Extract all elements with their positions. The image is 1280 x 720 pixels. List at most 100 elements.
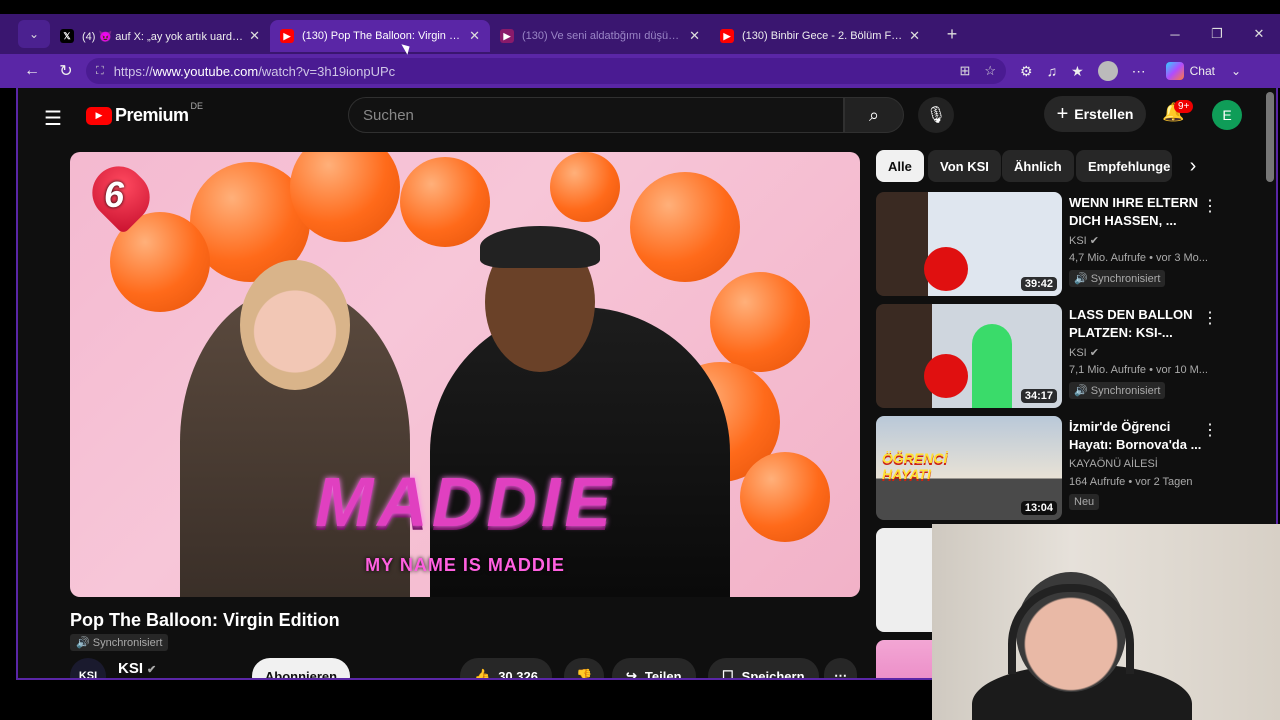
close-icon[interactable]: ✕ xyxy=(909,28,920,44)
menu-icon[interactable]: ☰ xyxy=(44,106,62,131)
youtube-icon: ▶ xyxy=(500,29,514,43)
search-button[interactable]: ⌕ xyxy=(844,97,904,133)
restore-icon[interactable]: ❐ xyxy=(1196,14,1238,54)
copilot-chat-button[interactable]: Chat ⌄ xyxy=(1165,62,1242,80)
chevron-right-icon[interactable]: › xyxy=(1178,150,1208,182)
reload-button[interactable]: ↻ xyxy=(50,57,82,85)
verified-icon: ✔ xyxy=(1089,235,1100,247)
save-button[interactable]: ☐ Speichern xyxy=(708,658,819,680)
recommendation-item[interactable]: ÖĞRENCİ HAYATI 13:04 İzmir'de Öğrenci Ha… xyxy=(876,416,1236,522)
balloon xyxy=(710,272,810,372)
more-vert-icon[interactable]: ⋮ xyxy=(1202,196,1218,216)
window-controls: ─ ❐ ✕ xyxy=(1154,14,1280,54)
video-player[interactable]: 6 MADDIE MY NAME IS MADDIE xyxy=(70,152,860,597)
caption-overlay: MY NAME IS MADDIE xyxy=(365,555,565,575)
more-icon[interactable]: ⋯ xyxy=(1132,63,1146,80)
share-icon: ↪ xyxy=(626,668,637,680)
recommendation-item[interactable]: 34:17 LASS DEN BALLON PLATZEN: KSI-... K… xyxy=(876,304,1236,410)
chip-related[interactable]: Ähnlich xyxy=(1002,150,1074,182)
search-icon: ⌕ xyxy=(868,104,880,125)
thumbs-down-icon: 👎 xyxy=(576,668,593,680)
arrow-left-icon: ← xyxy=(24,62,40,79)
app-install-icon[interactable]: ⊞ xyxy=(959,63,970,79)
favorites-icon[interactable]: ★ xyxy=(1071,63,1084,80)
user-avatar[interactable]: E xyxy=(1212,100,1242,130)
youtube-header: ☰ ▶ Premium DE Suchen ⌕ 🎙 + Erstellen 🔔 9… xyxy=(18,88,1276,144)
new-badge: Neu xyxy=(1069,494,1100,510)
tab-strip: ⌄ 𝕏 (4) 😈 auf X: „ay yok artık uarda re … xyxy=(0,14,1280,54)
favorite-star-icon[interactable]: ☆ xyxy=(984,63,996,79)
video-thumbnail[interactable]: 39:42 xyxy=(876,192,1062,296)
close-icon[interactable]: ✕ xyxy=(689,28,700,44)
profile-avatar[interactable] xyxy=(1097,61,1118,81)
dislike-button[interactable]: 👎 xyxy=(564,658,605,680)
reload-icon: ↻ xyxy=(59,63,73,80)
site-info-icon[interactable]: ⛶ xyxy=(96,65,104,78)
chip-recommended[interactable]: Empfehlunge xyxy=(1076,150,1172,182)
like-button[interactable]: 👍 30.326 xyxy=(460,658,552,678)
synced-badge: 🔊 Synchronisiert xyxy=(1069,270,1166,287)
balloon xyxy=(924,354,968,398)
new-tab-button[interactable]: + xyxy=(938,20,966,48)
synced-badge: 🔊 Synchronisiert xyxy=(70,634,169,651)
verified-icon: ✔ xyxy=(147,664,157,676)
chip-from-ksi[interactable]: Von KSI xyxy=(928,150,1001,182)
subscribe-button[interactable]: Abonnieren xyxy=(252,658,350,678)
media-icon[interactable]: ♫ xyxy=(1047,63,1058,79)
webcam-overlay xyxy=(932,524,1280,720)
extensions-icon[interactable]: ⚙ xyxy=(1020,63,1033,80)
copilot-icon xyxy=(1165,62,1184,80)
tab-ve-seni[interactable]: ▶ (130) Ve seni aldatbğımı düşündü ✕ xyxy=(490,20,710,52)
chevron-down-icon: ⌄ xyxy=(1230,64,1242,78)
recommendation-item[interactable]: 39:42 WENN IHRE ELTERN DICH HASSEN, ... … xyxy=(876,192,1236,298)
search-input[interactable]: Suchen xyxy=(348,97,844,133)
browser-toolbar: ← ↻ ⛶ https://www.youtube.com/watch?v=3h… xyxy=(0,54,1280,88)
chip-all[interactable]: Alle xyxy=(876,150,924,182)
channel-name[interactable]: KSI ✔ xyxy=(118,660,156,677)
close-window-icon[interactable]: ✕ xyxy=(1238,14,1280,54)
bandana xyxy=(480,226,600,268)
plus-icon: + xyxy=(946,23,958,44)
balloon xyxy=(630,172,740,282)
tab-pop-the-balloon[interactable]: ▶ (130) Pop The Balloon: Virgin Editi ✕ xyxy=(270,20,490,52)
video-thumbnail[interactable]: ÖĞRENCİ HAYATI 13:04 xyxy=(876,416,1062,520)
more-vert-icon[interactable]: ⋮ xyxy=(1202,308,1218,328)
more-icon: ⋯ xyxy=(834,668,847,680)
youtube-premium-logo[interactable]: ▶ Premium DE xyxy=(86,101,203,126)
woman-head xyxy=(240,260,350,390)
address-bar-actions: ⊞ ☆ xyxy=(959,63,1006,79)
more-actions-button[interactable]: ⋯ xyxy=(824,658,857,680)
back-button[interactable]: ← xyxy=(16,57,48,85)
notification-badge: 9+ xyxy=(1174,100,1194,113)
share-button[interactable]: ↪ Teilen xyxy=(612,658,696,680)
youtube-icon: ▶ xyxy=(720,29,734,43)
youtube-play-icon: ▶ xyxy=(86,106,112,125)
channel-avatar[interactable]: KSI xyxy=(70,658,106,678)
tab-binbir-gece[interactable]: ▶ (130) Binbir Gece - 2. Bölüm FULL ✕ xyxy=(710,20,930,52)
x-icon: 𝕏 xyxy=(60,29,74,43)
person-figure xyxy=(972,324,1012,408)
tab-actions-menu[interactable]: ⌄ xyxy=(18,20,50,48)
close-icon[interactable]: ✕ xyxy=(469,28,480,44)
create-button[interactable]: + Erstellen xyxy=(1044,96,1146,132)
voice-search-button[interactable]: 🎙 xyxy=(918,97,954,133)
audio-track-icon: 🔊 xyxy=(1074,385,1088,397)
page-scrollbar[interactable] xyxy=(1266,92,1274,182)
synced-badge: 🔊 Synchronisiert xyxy=(1069,382,1166,399)
name-overlay: MADDIE xyxy=(314,463,616,541)
man-figure xyxy=(430,307,730,597)
video-thumbnail[interactable]: 34:17 xyxy=(876,304,1062,408)
more-vert-icon[interactable]: ⋮ xyxy=(1202,420,1218,440)
close-icon[interactable]: ✕ xyxy=(249,28,260,44)
url-text: https://www.youtube.com/watch?v=3h19ionp… xyxy=(113,63,396,79)
minimize-icon[interactable]: ─ xyxy=(1154,14,1196,54)
video-title: Pop The Balloon: Virgin Edition xyxy=(70,610,340,630)
balloon xyxy=(924,247,968,291)
address-bar[interactable]: ⛶ https://www.youtube.com/watch?v=3h19io… xyxy=(86,58,1006,84)
tab-x[interactable]: 𝕏 (4) 😈 auf X: „ay yok artık uarda re ✕ xyxy=(50,20,270,52)
audio-track-icon: 🔊 xyxy=(1074,273,1088,285)
verified-icon: ✔ xyxy=(1089,347,1100,359)
browser-tools: ⚙ ♫ ★ ⋯ Chat ⌄ xyxy=(1020,61,1241,81)
youtube-icon: ▶ xyxy=(280,29,294,43)
save-icon: ☐ xyxy=(722,668,734,680)
